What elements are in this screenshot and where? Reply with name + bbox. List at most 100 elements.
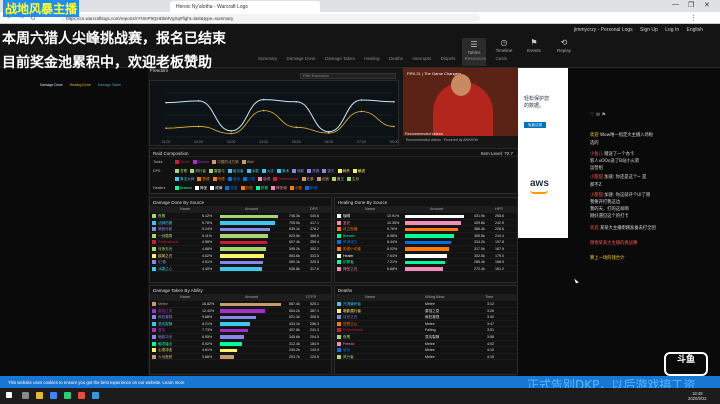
table-row[interactable]: 暗影潜行者 腐蚀之息 3:26	[335, 308, 517, 315]
table-row[interactable]: 夜鹰 混沌裂隙 3:58	[335, 334, 517, 341]
row-name[interactable]: Brewmi	[343, 234, 355, 238]
table-row[interactable]: 月之祝福 9.76% 386.4k 228.6	[335, 226, 517, 233]
row-name[interactable]: 大地震颤	[158, 355, 172, 360]
table-row[interactable]: 虚空 7.73% 407.8k 241.3	[150, 327, 331, 334]
row-killing-blow[interactable]: Melee	[425, 348, 435, 352]
row-name[interactable]: 圣光	[343, 221, 350, 226]
subnav-dispels[interactable]: Dispels	[441, 56, 456, 61]
row-name[interactable]: 奶德小可爱	[343, 247, 361, 252]
row-name[interactable]: 混沌裂隙	[158, 322, 172, 327]
minimize-icon[interactable]: —	[672, 1, 679, 8]
raid-player[interactable]: 神圣	[194, 186, 207, 191]
table-row[interactable]: 法師的魔 5.78% 705.0k 417.1	[150, 220, 331, 227]
table-row[interactable]: 混沌裂隙 8.21% 433.1k 256.3	[150, 321, 331, 328]
row-name[interactable]: 腐蚀之息	[158, 309, 172, 314]
row-name[interactable]: 法師的魔	[158, 221, 172, 226]
row-name[interactable]: 织雾者	[343, 260, 354, 265]
subnav-healing[interactable]: Healing	[364, 56, 379, 61]
row-name[interactable]: Healer	[343, 254, 354, 258]
row-name[interactable]: Rottenshank	[158, 240, 178, 244]
raid-player[interactable]: 增强	[227, 177, 240, 182]
aws-ad[interactable]: 轻松保护您 的数据。 免费试用 aws	[518, 68, 568, 238]
raid-player[interactable]: 破法者	[227, 169, 244, 174]
row-killing-blow[interactable]: 疯狂凝视	[425, 315, 439, 320]
row-name[interactable]: 触须猛击	[158, 342, 172, 347]
raid-player[interactable]: 敏锐	[352, 169, 365, 174]
raid-player[interactable]: Rottenshank	[273, 177, 299, 182]
raid-player[interactable]: 鸟德	[212, 177, 225, 182]
chat-username[interactable]: 欢迎	[590, 226, 600, 231]
raid-player[interactable]: 风行者	[190, 169, 206, 174]
table-row[interactable]: 织雾者 7.21% 285.4k 168.9	[335, 259, 517, 266]
row-name[interactable]: 心灵冲击	[158, 348, 172, 353]
table-row[interactable]: 奶德小可爱 8.02% 317.5k 187.9	[335, 246, 517, 253]
raid-player[interactable]: Wall	[241, 160, 254, 165]
table-row[interactable]: 冰霜之心 4.40% 536.8k 317.6	[150, 266, 331, 273]
row-name[interactable]: 月光之刃	[343, 315, 357, 320]
table-row[interactable]: 咒语编织者 Melee 3:12	[335, 301, 517, 308]
tab-replay[interactable]: ⟲ Replay	[552, 38, 576, 53]
table-row[interactable]: 月光之刃 疯狂凝视 3:40	[335, 314, 517, 321]
row-name[interactable]: 疾风之刃	[158, 254, 172, 259]
raid-player[interactable]: 萨满	[304, 186, 317, 191]
row-name[interactable]: 风行者	[343, 355, 354, 360]
table-row[interactable]: 风行者 Melee 4:15	[335, 354, 517, 361]
login-link[interactable]: Log In	[665, 27, 679, 33]
row-name[interactable]: 破晓	[343, 348, 350, 353]
video-ad[interactable]: FIFA 21 | The Game Changers Recommended …	[403, 68, 518, 144]
raid-player[interactable]: 奶德	[240, 186, 253, 191]
table-row[interactable]: 咖啡 10.91% 431.9k 255.6	[335, 213, 517, 220]
raid-player[interactable]: 织雾	[255, 186, 268, 191]
legend-healing-done[interactable]: Healing Done	[70, 83, 91, 87]
system-clock[interactable]: 18:48 2020/8/22	[688, 391, 707, 401]
table-row[interactable]: 大地震颤 3.86% 203.7k 120.5	[150, 354, 331, 361]
row-name[interactable]: Rottenshank	[343, 328, 363, 332]
browser-tab[interactable]: Heroic Ny'alotha - Warcraft Logs	[170, 1, 320, 12]
raid-player[interactable]: Demon	[192, 160, 209, 165]
app-icon[interactable]	[78, 392, 85, 399]
row-killing-blow[interactable]: Falling	[425, 328, 436, 332]
row-name[interactable]: 萨满领主	[343, 240, 357, 245]
raid-player[interactable]: 戒律	[210, 186, 222, 191]
table-row[interactable]: 一剑霜寒 5.11% 623.5k 368.9	[150, 233, 331, 240]
row-killing-blow[interactable]: Melee	[425, 342, 435, 346]
row-killing-blow[interactable]: Melee	[425, 302, 435, 306]
row-name[interactable]: 神圣之光	[343, 267, 357, 272]
row-killing-blow[interactable]: 腐蚀之息	[425, 309, 439, 314]
row-name[interactable]: 咒语编织者	[343, 302, 361, 307]
row-name[interactable]: 夜鹰	[158, 214, 165, 219]
subnav-damage-done[interactable]: Damage Done	[287, 56, 316, 61]
raid-player[interactable]: Death	[175, 160, 190, 165]
raid-player[interactable]: 刺杀	[337, 169, 350, 174]
raid-player[interactable]: 武器	[316, 177, 329, 182]
start-icon[interactable]	[6, 392, 12, 398]
subnav-deaths[interactable]: Deaths	[389, 56, 403, 61]
raid-player[interactable]: 中国的北方狼	[212, 160, 239, 165]
damage-graph[interactable]: 01:00 02:00 03:00 04:00 05:00 06:00 07:00 08:00	[149, 80, 399, 146]
raid-player[interactable]: 恶魔	[307, 169, 319, 174]
subnav-resources[interactable]: Resources	[465, 56, 487, 61]
raid-player[interactable]: 小德	[289, 186, 302, 191]
row-name[interactable]: Freedo	[343, 342, 354, 346]
table-row[interactable]: 疾风之刃 4.62% 563.6k 333.5	[150, 253, 331, 260]
table-row[interactable]: 月夜无光 4.88% 595.2k 352.2	[150, 246, 331, 253]
subnav-summary[interactable]: Summary	[258, 56, 277, 61]
table-row[interactable]: 疯狂凝视 9.88% 521.3k 308.5	[150, 314, 331, 321]
row-name[interactable]: Melee	[158, 302, 168, 306]
row-killing-blow[interactable]: Melee	[425, 355, 435, 359]
signup-link[interactable]: Sign Up	[640, 27, 658, 33]
row-name[interactable]: 月之祝福	[343, 227, 357, 232]
close-icon[interactable]: ✕	[704, 1, 710, 9]
chat-username[interactable]: 小甜甜	[590, 175, 604, 180]
row-name[interactable]: 夜鹰	[343, 335, 350, 340]
raid-player[interactable]: 恢复	[225, 186, 238, 191]
row-name[interactable]: 幻·影	[158, 260, 166, 265]
raid-player[interactable]: 雷霆弓	[208, 169, 225, 174]
row-name[interactable]: 疯狂凝视	[158, 315, 172, 320]
row-name[interactable]: 虚空	[158, 328, 165, 333]
search-icon[interactable]	[22, 392, 29, 399]
raid-player[interactable]: 火法	[261, 169, 274, 174]
row-name[interactable]: 月夜无光	[158, 247, 172, 252]
qq-icon[interactable]	[92, 392, 99, 399]
row-killing-blow[interactable]: 混沌裂隙	[425, 335, 439, 340]
